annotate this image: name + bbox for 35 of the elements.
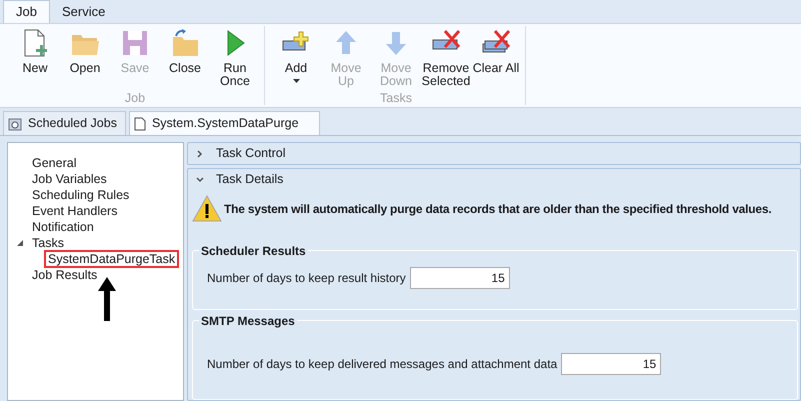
tree-item[interactable]: General [28,154,80,172]
field-label: Number of days to keep result history [207,270,406,287]
ribbon-button[interactable]: Open [60,26,110,90]
section-title: Task Control [216,145,286,162]
warning-icon [192,195,222,223]
pointer-arrow [98,277,116,321]
ribbon-button[interactable]: Add [271,26,321,90]
tree-item[interactable]: Scheduling Rules [28,186,134,204]
ribbon-button[interactable]: Close [160,26,210,90]
ribbon-button[interactable]: Run Once [210,26,260,90]
tree-item[interactable]: Event Handlers [28,202,122,220]
number-field[interactable]: 15 [410,267,510,289]
section-title: Task Details [216,171,284,188]
tree-item[interactable]: Job Results [28,266,102,284]
ribbon-button[interactable]: Remove Selected [421,26,471,90]
ribbon-tab[interactable]: Service [50,0,118,23]
tree-item[interactable]: Tasks [28,234,68,252]
document-icon [134,116,146,130]
tree-item[interactable]: Job Variables [28,170,111,188]
ribbon-tab[interactable]: Job [3,0,50,23]
tree-item[interactable]: SystemDataPurgeTask [44,250,180,268]
group-label: Tasks [380,91,412,105]
ribbon-button[interactable]: Clear All [471,26,521,90]
chevron-icon[interactable] [196,176,204,184]
ribbon-button[interactable]: New [10,26,60,90]
document-tab[interactable]: Scheduled Jobs [3,111,126,135]
number-field[interactable]: 15 [561,353,662,375]
folder-arrow-icon [170,28,200,58]
tree-item[interactable]: Notification [28,218,98,236]
warning-message: The system will automatically purge data records that are older than the specified threshold values. [224,201,772,218]
group-label: Job [124,91,146,105]
field-label: Number of days to keep delivered messages and attachment data [207,356,558,373]
document-tab[interactable]: System.SystemDataPurge [128,111,320,135]
chevron-icon[interactable] [196,150,204,158]
expander-icon[interactable] [17,240,23,246]
